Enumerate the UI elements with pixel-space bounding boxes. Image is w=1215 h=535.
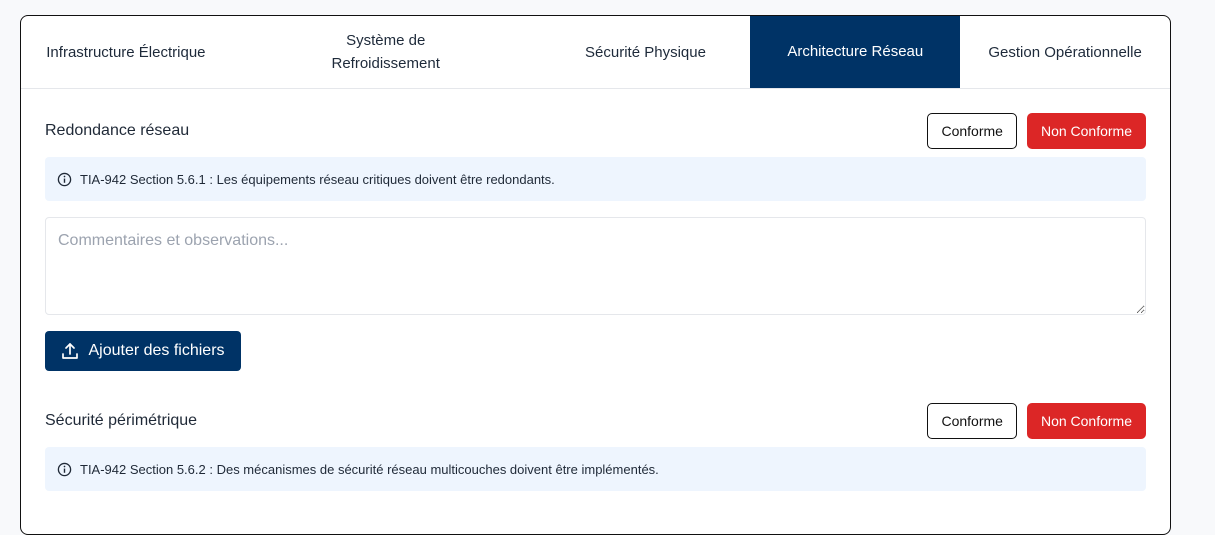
tab-systeme-refroidissement[interactable]: Système de Refroidissement (231, 16, 541, 88)
section-title: Redondance réseau (45, 122, 190, 139)
section-securite-perimetrique: Sécurité périmétrique Conforme Non Confo… (45, 403, 1146, 491)
info-circle-icon (57, 172, 72, 186)
upload-label: Ajouter des fichiers (88, 342, 225, 359)
category-tabs: Infrastructure Électrique Système de Ref… (21, 16, 1170, 89)
conforme-button[interactable]: Conforme (927, 403, 1017, 439)
tab-infrastructure-electrique[interactable]: Infrastructure Électrique (21, 16, 231, 88)
requirement-info: TIA-942 Section 5.6.1 : Les équipements … (45, 157, 1146, 201)
non-conforme-button[interactable]: Non Conforme (1026, 113, 1146, 149)
conforme-button[interactable]: Conforme (927, 113, 1017, 149)
comments-textarea[interactable] (45, 217, 1146, 315)
upload-icon (62, 343, 79, 359)
requirement-info: TIA-942 Section 5.6.2 : Des mécanismes d… (45, 447, 1146, 491)
non-conforme-button[interactable]: Non Conforme (1026, 403, 1146, 439)
tab-gestion-operationnelle[interactable]: Gestion Opérationnelle (960, 16, 1170, 88)
tab-architecture-reseau[interactable]: Architecture Réseau (750, 16, 961, 88)
tab-securite-physique[interactable]: Sécurité Physique (541, 16, 751, 88)
info-circle-icon (57, 462, 72, 476)
info-text: TIA-942 Section 5.6.1 : Les équipements … (80, 171, 555, 187)
audit-card: Infrastructure Électrique Système de Ref… (20, 15, 1171, 535)
section-title: Sécurité périmétrique (45, 412, 198, 429)
upload-files-button[interactable]: Ajouter des fichiers (45, 331, 241, 371)
section-redondance-reseau: Redondance réseau Conforme Non Conforme … (45, 113, 1146, 371)
info-text: TIA-942 Section 5.6.2 : Des mécanismes d… (80, 461, 659, 477)
